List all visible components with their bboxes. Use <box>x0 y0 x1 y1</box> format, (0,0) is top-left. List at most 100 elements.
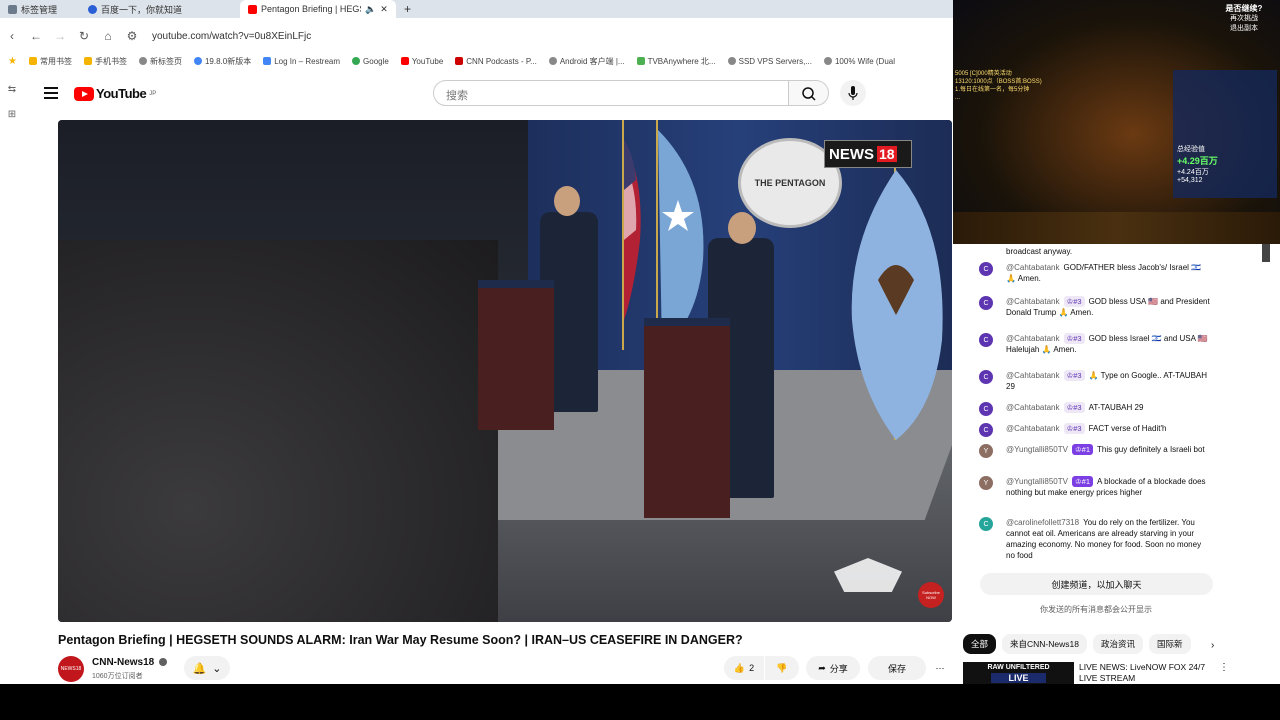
star-icon[interactable]: ★ <box>8 56 17 67</box>
message-author[interactable]: @Cahtabatank <box>1006 263 1060 272</box>
chat-message: C @Cahtabatank ♔#3 FACT verse of Hadit'h <box>979 423 1211 437</box>
microphone-icon <box>848 86 858 100</box>
subscribe-badge[interactable]: Subscribe NOW <box>918 582 944 608</box>
message-text: AT-TAUBAH 29 <box>1088 403 1144 412</box>
youtube-play-icon <box>74 86 94 101</box>
search-icon <box>802 87 816 101</box>
overlay-stat-value: +4.24百万 <box>1177 169 1209 176</box>
tab-youtube-active[interactable]: Pentagon Briefing | HEGS 🔈 ✕ <box>240 0 396 18</box>
message-author[interactable]: @Cahtabatank <box>1006 371 1060 380</box>
chip-all[interactable]: 全部 <box>963 634 997 654</box>
bookmark-item[interactable]: Google <box>352 57 389 66</box>
chip-politics[interactable]: 政治资讯 <box>1092 634 1143 654</box>
more-dots-icon[interactable]: ⋮ <box>1219 662 1229 673</box>
avatar[interactable]: C <box>979 296 993 310</box>
message-author[interactable]: @Cahtabatank <box>1006 297 1060 306</box>
channel-avatar[interactable]: NEWS18 <box>58 656 84 682</box>
avatar[interactable]: C <box>979 262 993 276</box>
like-button[interactable]: 👍 2 <box>724 656 764 680</box>
avatar[interactable]: Y <box>979 476 993 490</box>
close-tab-icon[interactable]: ✕ <box>380 4 388 15</box>
avatar[interactable]: C <box>979 402 993 416</box>
voice-search-button[interactable] <box>840 80 866 106</box>
swap-icon[interactable]: ⇆ <box>8 84 16 95</box>
chat-message: Y @Yungtalli850TV ♔#1 A blockade of a bloc… <box>979 476 1211 498</box>
avatar[interactable]: Y <box>979 444 993 458</box>
news18-number: 18 <box>877 146 897 162</box>
tab-baidu[interactable]: 百度一下，你就知道 <box>80 0 240 18</box>
overlay-line: 1.每日在线第一名，每5分钟 <box>955 87 1030 93</box>
site-info-icon[interactable]: ⚙ <box>120 29 144 43</box>
bookmark-item[interactable]: Android 客户端 |... <box>548 56 625 67</box>
overlay-stat-label: 总经验值 <box>1177 146 1205 153</box>
member-badge: ♔#1 <box>1071 476 1094 487</box>
add-panel-icon[interactable]: ⊞ <box>8 109 16 120</box>
chat-message: C @Cahtabatank ♔#3 GOD bless USA 🇺🇸 and Pr… <box>979 296 1211 318</box>
overlay-stat-value: +4.29百万 <box>1177 156 1218 166</box>
message-author[interactable]: @carolinefollett7318 <box>1006 518 1079 527</box>
avatar[interactable]: C <box>979 423 993 437</box>
sidebar-toggle-icon[interactable]: ‹ <box>0 29 24 43</box>
reload-icon[interactable]: ↻ <box>72 29 96 43</box>
forward-arrow-icon[interactable]: → <box>48 29 72 43</box>
new-tab-button[interactable]: + <box>396 0 419 18</box>
recommended-video-title[interactable]: LIVE NEWS: LiveNOW FOX 24/7 LIVE STREAM <box>1079 662 1219 684</box>
hamburger-menu-icon[interactable] <box>44 87 58 99</box>
bookmark-label: CNN Podcasts - P... <box>466 56 537 66</box>
chip-international[interactable]: 国际新 <box>1149 634 1191 654</box>
chat-message: Y @Yungtalli850TV ♔#1 This guy definitely … <box>979 444 1211 458</box>
bookmark-item[interactable]: YouTube <box>400 57 443 66</box>
save-button[interactable]: 保存 <box>868 656 926 680</box>
share-label: 分享 <box>829 663 848 674</box>
google-icon <box>352 57 361 65</box>
podium-left <box>478 280 554 430</box>
video-title: Pentagon Briefing | HEGSETH SOUNDS ALARM… <box>58 633 743 647</box>
create-channel-button[interactable]: 创建频道，以加入聊天 <box>980 573 1213 595</box>
bookmark-item[interactable]: 常用书签 <box>28 56 72 67</box>
home-icon[interactable]: ⌂ <box>96 29 120 43</box>
message-author[interactable]: @Cahtabatank <box>1006 334 1060 343</box>
search-button[interactable] <box>789 80 829 106</box>
message-author[interactable]: @Cahtabatank <box>1006 403 1060 412</box>
message-author[interactable]: @Yungtalli850TV <box>1006 477 1068 486</box>
avatar[interactable]: C <box>979 517 993 531</box>
bookmark-item[interactable]: 100% Wife (Dual <box>823 57 895 66</box>
bookmark-item[interactable]: 新标签页 <box>138 56 182 67</box>
save-label: 保存 <box>887 663 906 674</box>
bookmark-item[interactable]: 手机书签 <box>83 56 127 67</box>
chat-scrollbar-top[interactable] <box>1262 244 1270 262</box>
address-bar[interactable]: youtube.com/watch?v=0u8XEinLFjc <box>152 31 311 42</box>
chat-message-list: broadcast anyway. C @Cahtabatank GOD/FATH… <box>963 244 1223 562</box>
bookmark-item[interactable]: 19.8.0新版本 <box>193 56 251 67</box>
video-player[interactable]: THE PENTAGON NEWS 18 Subscribe NOW <box>58 120 952 622</box>
tab-manager[interactable]: 标签管理 <box>0 0 80 18</box>
recommendation-filter-chips: 全部 来自CNN-News18 政治资讯 国际新 <box>963 634 1223 656</box>
share-button[interactable]: ➦ 分享 <box>806 656 860 680</box>
avatar[interactable]: C <box>979 370 993 384</box>
youtube-icon <box>400 57 409 65</box>
chip-from-channel[interactable]: 来自CNN-News18 <box>1002 634 1087 654</box>
bookmark-item[interactable]: SSD VPS Servers,... <box>727 57 812 66</box>
speaker-icon[interactable]: 🔈 <box>365 4 376 15</box>
channel-name[interactable]: CNN-News18 <box>92 657 154 668</box>
bookmark-item[interactable]: CNN Podcasts - P... <box>455 57 537 66</box>
dislike-button[interactable]: 👎 <box>765 656 799 680</box>
avatar[interactable]: C <box>979 333 993 347</box>
thumb-text: RAW UNFILTERED <box>987 664 1050 671</box>
chevron-right-icon[interactable]: › <box>1211 640 1214 651</box>
bookmark-item[interactable]: TVBAnywhere 北... <box>636 56 716 67</box>
overlay-prompt: 是否继续? 再次挑战 退出副本 <box>1211 4 1277 34</box>
youtube-logo[interactable]: YouTube JP <box>74 86 156 101</box>
black-bottom-strip <box>0 684 1280 720</box>
back-arrow-icon[interactable]: ← <box>24 29 48 43</box>
bookmark-item[interactable]: Log In – Restream <box>263 57 340 66</box>
live-chat-panel: broadcast anyway. C @Cahtabatank GOD/FATH… <box>953 244 1280 684</box>
notification-bell-button[interactable]: 🔔 ⌄ <box>184 656 230 680</box>
message-author[interactable]: @Cahtabatank <box>1006 424 1060 433</box>
overlay-stats-panel: 总经验值 +4.29百万 +4.24百万 +54,312 <box>1173 70 1277 198</box>
message-author[interactable]: @Yungtalli850TV <box>1006 445 1068 454</box>
search-input[interactable]: 搜索 <box>433 80 789 106</box>
overlay-line: 是否继续? <box>1225 4 1263 13</box>
more-actions-button[interactable]: ⋯ <box>928 656 952 680</box>
recommended-video-thumbnail[interactable]: RAW UNFILTERED LIVE <box>963 662 1074 684</box>
